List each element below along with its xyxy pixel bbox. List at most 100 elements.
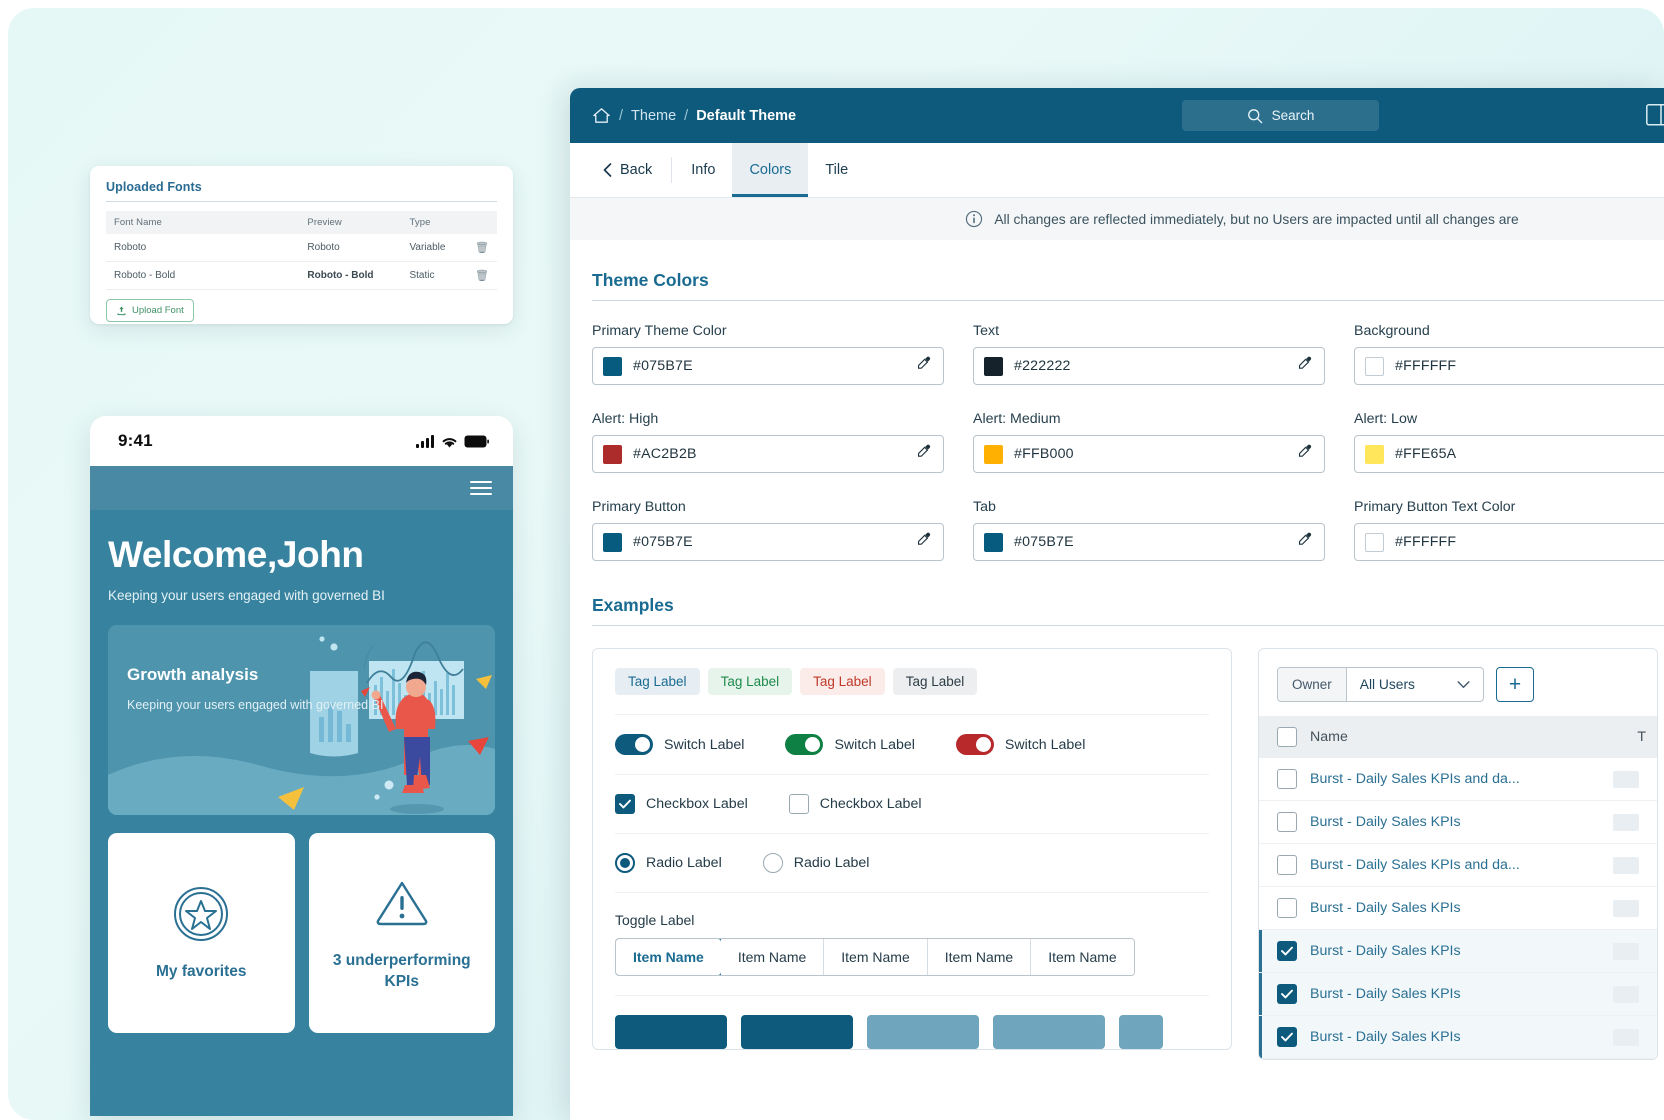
row-checkbox[interactable]: [1277, 898, 1297, 918]
column-actions: [467, 211, 497, 234]
welcome-heading: Welcome,John: [108, 534, 364, 575]
eyedropper-button[interactable]: [1297, 531, 1314, 553]
color-field-input[interactable]: #FFFFFF: [1354, 523, 1664, 561]
color-field-input[interactable]: #075B7E: [592, 523, 944, 561]
list-item[interactable]: Burst - Daily Sales KPIs and da...: [1259, 844, 1657, 887]
kpi-card-favorites[interactable]: My favorites: [108, 833, 295, 1033]
example-button[interactable]: [867, 1015, 979, 1049]
color-field-input[interactable]: #075B7E: [973, 523, 1325, 561]
example-button[interactable]: [1119, 1015, 1163, 1049]
eyedropper-button[interactable]: [916, 443, 933, 465]
growth-analysis-card[interactable]: Growth analysis Keeping your users engag…: [108, 625, 495, 815]
row-type-pill: [1613, 813, 1639, 831]
list-item[interactable]: Burst - Daily Sales KPIs: [1259, 930, 1657, 973]
add-item-button[interactable]: +: [1495, 667, 1534, 702]
font-type: Variable: [401, 234, 468, 262]
battery-icon: [464, 435, 489, 447]
home-icon[interactable]: [592, 106, 611, 125]
owner-filter[interactable]: Owner All Users: [1277, 667, 1484, 702]
breadcrumb-current: Default Theme: [696, 107, 797, 124]
row-type-pill: [1613, 856, 1639, 874]
color-field-input[interactable]: #FFE65A: [1354, 435, 1664, 473]
breadcrumb-theme[interactable]: Theme: [631, 108, 676, 124]
tab-colors[interactable]: Colors: [732, 143, 809, 197]
color-field-input[interactable]: #FFB000: [973, 435, 1325, 473]
eyedropper-button[interactable]: [1297, 443, 1314, 465]
table-row: Roboto - Bold Roboto - Bold Static 🗑: [106, 261, 497, 290]
switch-toggle[interactable]: [615, 734, 653, 755]
example-button[interactable]: [615, 1015, 727, 1049]
upload-font-button[interactable]: Upload Font: [106, 299, 194, 322]
column-font-name: Font Name: [106, 211, 300, 234]
row-checkbox[interactable]: [1277, 855, 1297, 875]
example-button[interactable]: [741, 1015, 853, 1049]
phone-status-bar: 9:41: [90, 416, 513, 466]
color-field-text: Text #222222: [973, 323, 1325, 385]
switch-toggle[interactable]: [785, 734, 824, 755]
list-item[interactable]: Burst - Daily Sales KPIs: [1259, 973, 1657, 1016]
segment-item[interactable]: Item Name: [1031, 939, 1134, 975]
font-name: Roboto: [106, 234, 300, 262]
owner-filter-label: Owner: [1278, 668, 1347, 701]
radio-button[interactable]: [762, 853, 783, 873]
analytics-presenter-illustration: [108, 625, 495, 815]
kpi-card-row: My favorites 3 underperforming KPIs: [108, 833, 495, 1033]
search-input[interactable]: Search: [1182, 100, 1379, 131]
delete-font-button[interactable]: 🗑: [467, 234, 497, 262]
switch-toggle[interactable]: [955, 734, 994, 755]
segment-item[interactable]: Item Name: [927, 939, 1032, 975]
select-all-checkbox[interactable]: [1277, 727, 1297, 747]
segment-item[interactable]: Item Name: [615, 939, 722, 975]
hamburger-menu-icon[interactable]: [470, 477, 492, 499]
color-field-input[interactable]: #FFFFFF: [1354, 347, 1664, 385]
color-field-label: Background: [1354, 323, 1430, 339]
column-name: Name: [1310, 729, 1348, 745]
cellular-icon: [416, 434, 434, 448]
color-field-label: Alert: Medium: [973, 411, 1061, 427]
list-item[interactable]: Burst - Daily Sales KPIs and da...: [1259, 758, 1657, 801]
color-field-input[interactable]: #222222: [973, 347, 1325, 385]
segment-item[interactable]: Item Name: [720, 939, 825, 975]
delete-font-button[interactable]: 🗑: [467, 261, 497, 290]
checkbox[interactable]: [615, 794, 635, 814]
tab-info[interactable]: Info: [674, 143, 732, 197]
kpi-card-underperforming[interactable]: 3 underperforming KPIs: [308, 833, 495, 1033]
color-swatch: [984, 532, 1003, 552]
tag-label[interactable]: Tag Label: [615, 668, 700, 695]
checkbox-group: Checkbox Label: [788, 794, 922, 814]
theme-editor-window: / Theme / Default Theme Search Back Info…: [570, 88, 1664, 1120]
row-checkbox[interactable]: [1277, 769, 1297, 789]
row-checkbox[interactable]: [1277, 1027, 1297, 1047]
upload-font-label: Upload Font: [132, 305, 184, 316]
trash-icon: 🗑: [475, 242, 489, 254]
row-checkbox[interactable]: [1277, 984, 1297, 1004]
color-field-value: #075B7E: [633, 534, 693, 550]
example-button[interactable]: [993, 1015, 1105, 1049]
row-checkbox[interactable]: [1277, 812, 1297, 832]
list-item[interactable]: Burst - Daily Sales KPIs: [1259, 1016, 1657, 1059]
radio-button[interactable]: [615, 853, 635, 873]
warning-triangle-icon: [376, 881, 428, 926]
eyedropper-button[interactable]: [916, 531, 933, 553]
back-button[interactable]: Back: [586, 143, 669, 197]
color-field-primary-theme-color: Primary Theme Color #075B7E: [592, 323, 944, 385]
row-type-pill: [1613, 985, 1639, 1003]
panel-icon[interactable]: [1646, 104, 1664, 131]
tab-tile[interactable]: Tile: [808, 143, 865, 197]
owner-filter-select[interactable]: All Users: [1347, 668, 1483, 701]
eyedropper-button[interactable]: [1297, 355, 1314, 377]
list-item[interactable]: Burst - Daily Sales KPIs: [1259, 887, 1657, 930]
tag-label[interactable]: Tag Label: [892, 668, 978, 695]
tag-label[interactable]: Tag Label: [800, 668, 885, 695]
checkbox[interactable]: [788, 794, 809, 814]
segment-item[interactable]: Item Name: [824, 939, 928, 975]
color-field-input[interactable]: #AC2B2B: [592, 435, 944, 473]
list-item[interactable]: Burst - Daily Sales KPIs: [1259, 801, 1657, 844]
eyedropper-button[interactable]: [916, 355, 933, 377]
color-field-value: #FFE65A: [1395, 446, 1457, 462]
status-time: 9:41: [118, 431, 153, 450]
color-field-input[interactable]: #075B7E: [592, 347, 944, 385]
list-item-name: Burst - Daily Sales KPIs: [1310, 986, 1461, 1002]
tag-label[interactable]: Tag Label: [707, 668, 793, 695]
row-checkbox[interactable]: [1277, 941, 1297, 961]
